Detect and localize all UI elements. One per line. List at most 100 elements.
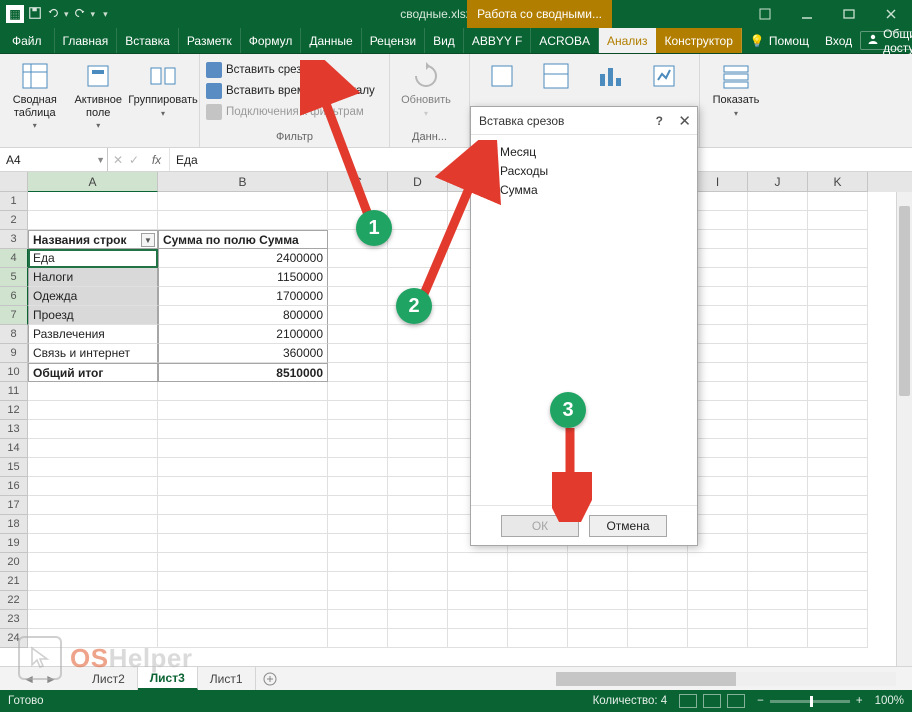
cell[interactable] bbox=[748, 420, 808, 439]
zoom-out-icon[interactable]: − bbox=[757, 695, 764, 707]
cell[interactable] bbox=[158, 591, 328, 610]
cell[interactable] bbox=[688, 591, 748, 610]
cell[interactable] bbox=[748, 344, 808, 363]
cell[interactable] bbox=[28, 591, 158, 610]
cell[interactable] bbox=[808, 534, 868, 553]
cell[interactable]: Налоги bbox=[28, 268, 158, 287]
row-header[interactable]: 20 bbox=[0, 553, 28, 572]
cell[interactable] bbox=[28, 610, 158, 629]
cell[interactable] bbox=[688, 553, 748, 572]
cell[interactable] bbox=[748, 287, 808, 306]
col-header-B[interactable]: B bbox=[158, 172, 328, 192]
cell[interactable] bbox=[158, 553, 328, 572]
cell[interactable] bbox=[748, 268, 808, 287]
cell[interactable] bbox=[328, 629, 388, 648]
cell[interactable]: 800000 bbox=[158, 306, 328, 325]
cell[interactable] bbox=[328, 344, 388, 363]
cell[interactable] bbox=[628, 572, 688, 591]
cell[interactable] bbox=[688, 610, 748, 629]
add-sheet-button[interactable] bbox=[256, 667, 284, 690]
cell[interactable] bbox=[748, 629, 808, 648]
cell[interactable] bbox=[748, 477, 808, 496]
cell[interactable] bbox=[388, 629, 448, 648]
row-header[interactable]: 12 bbox=[0, 401, 28, 420]
cell[interactable] bbox=[388, 610, 448, 629]
cell[interactable] bbox=[748, 458, 808, 477]
cell[interactable] bbox=[28, 382, 158, 401]
group-button[interactable]: Группировать ▾ bbox=[133, 58, 193, 118]
cell[interactable] bbox=[808, 401, 868, 420]
cell[interactable] bbox=[568, 553, 628, 572]
cell[interactable] bbox=[328, 610, 388, 629]
cell[interactable] bbox=[28, 477, 158, 496]
cell[interactable] bbox=[508, 553, 568, 572]
undo-icon[interactable] bbox=[46, 6, 60, 23]
checkbox-icon[interactable] bbox=[481, 146, 494, 159]
tab-formulas[interactable]: Формул bbox=[241, 28, 302, 53]
slicer-option[interactable]: Сумма bbox=[481, 183, 687, 197]
cell[interactable] bbox=[748, 553, 808, 572]
tell-me-button[interactable]: 💡Помощ bbox=[742, 28, 817, 53]
cell[interactable]: 2400000 bbox=[158, 249, 328, 268]
cell[interactable] bbox=[328, 382, 388, 401]
normal-view-icon[interactable] bbox=[679, 694, 697, 708]
cell[interactable] bbox=[388, 249, 448, 268]
calculations-button[interactable] bbox=[536, 58, 576, 92]
row-header[interactable]: 16 bbox=[0, 477, 28, 496]
checkbox-icon[interactable] bbox=[481, 184, 494, 197]
row-header[interactable]: 19 bbox=[0, 534, 28, 553]
tab-file[interactable]: Файл bbox=[0, 28, 55, 53]
checkbox-icon[interactable] bbox=[481, 165, 494, 178]
zoom-in-icon[interactable]: + bbox=[856, 695, 863, 707]
cell[interactable] bbox=[388, 591, 448, 610]
cell[interactable] bbox=[808, 572, 868, 591]
cell[interactable]: Связь и интернет bbox=[28, 344, 158, 363]
cell[interactable]: 8510000 bbox=[158, 363, 328, 382]
close-button[interactable] bbox=[870, 0, 912, 28]
slicer-option[interactable]: Месяц bbox=[481, 145, 687, 159]
actions-button[interactable] bbox=[482, 58, 522, 92]
row-header[interactable]: 14 bbox=[0, 439, 28, 458]
cell[interactable] bbox=[388, 553, 448, 572]
cell[interactable] bbox=[628, 629, 688, 648]
cell[interactable] bbox=[28, 496, 158, 515]
cell[interactable] bbox=[388, 439, 448, 458]
row-header[interactable]: 6 bbox=[0, 287, 28, 306]
active-field-button[interactable]: Активное поле ▾ bbox=[70, 58, 128, 130]
row-header[interactable]: 15 bbox=[0, 458, 28, 477]
cell[interactable] bbox=[158, 572, 328, 591]
cell[interactable] bbox=[448, 591, 508, 610]
dialog-titlebar[interactable]: Вставка срезов ? ✕ bbox=[471, 107, 697, 135]
col-header-C[interactable]: C bbox=[328, 172, 388, 192]
cell[interactable]: Общий итог bbox=[28, 363, 158, 382]
cell[interactable] bbox=[158, 211, 328, 230]
cell[interactable] bbox=[568, 591, 628, 610]
row-header[interactable]: 8 bbox=[0, 325, 28, 344]
cell[interactable]: 360000 bbox=[158, 344, 328, 363]
cell[interactable] bbox=[808, 249, 868, 268]
slicer-option[interactable]: Расходы bbox=[481, 164, 687, 178]
fx-icon[interactable]: fx bbox=[144, 148, 170, 171]
cell[interactable] bbox=[388, 420, 448, 439]
row-header[interactable]: 22 bbox=[0, 591, 28, 610]
cell[interactable] bbox=[748, 439, 808, 458]
cell[interactable] bbox=[328, 477, 388, 496]
col-header-J[interactable]: J bbox=[748, 172, 808, 192]
col-header-K[interactable]: K bbox=[808, 172, 868, 192]
cell[interactable] bbox=[158, 496, 328, 515]
cell[interactable] bbox=[388, 496, 448, 515]
cell[interactable] bbox=[158, 382, 328, 401]
cell[interactable] bbox=[748, 192, 808, 211]
row-header[interactable]: 21 bbox=[0, 572, 28, 591]
insert-timeline-button[interactable]: Вставить временну́ю шкалу bbox=[206, 81, 375, 100]
cell[interactable]: Развлечения bbox=[28, 325, 158, 344]
cell[interactable] bbox=[158, 401, 328, 420]
cell[interactable] bbox=[158, 610, 328, 629]
recommended-button[interactable] bbox=[644, 58, 684, 92]
cell[interactable] bbox=[328, 572, 388, 591]
tab-acrobat[interactable]: ACROBA bbox=[531, 28, 599, 53]
share-button[interactable]: Общий доступ bbox=[860, 31, 912, 50]
cell[interactable] bbox=[808, 363, 868, 382]
cell[interactable] bbox=[508, 572, 568, 591]
cell[interactable] bbox=[628, 553, 688, 572]
